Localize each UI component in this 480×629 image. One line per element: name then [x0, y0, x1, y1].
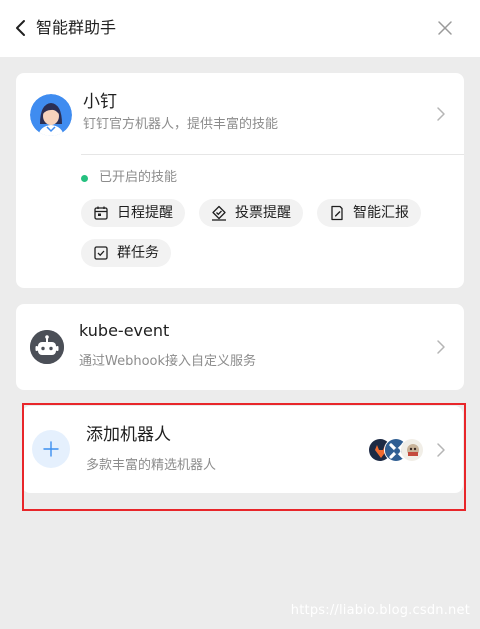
- close-icon[interactable]: [436, 19, 454, 37]
- skill-chip-report[interactable]: 智能汇报: [317, 199, 421, 227]
- task-checkbox-icon: [94, 246, 108, 260]
- skill-chip-vote[interactable]: 投票提醒: [199, 199, 303, 227]
- xiaoding-description: 钉钉官方机器人，提供丰富的技能: [83, 117, 279, 132]
- kube-event-name: kube-event: [79, 321, 170, 340]
- skill-chip-schedule[interactable]: 日程提醒: [81, 199, 185, 227]
- skill-chip-label: 投票提醒: [235, 205, 291, 221]
- robot-avatars-group: [368, 438, 424, 462]
- calendar-icon: [94, 206, 108, 220]
- status-dot: [81, 174, 88, 182]
- kube-event-robot-card[interactable]: kube-event 通过Webhook接入自定义服务: [16, 304, 464, 390]
- chevron-right-icon[interactable]: [435, 441, 447, 459]
- skills-status-label: 已开启的技能: [99, 170, 178, 185]
- skill-chip-group-task[interactable]: 群任务: [81, 239, 171, 267]
- chevron-right-icon[interactable]: [435, 338, 447, 356]
- travis-robot-icon: [400, 438, 424, 462]
- header-bar: 智能群助手: [0, 0, 480, 57]
- skills-status: 已开启的技能: [81, 169, 177, 187]
- divider: [81, 154, 464, 155]
- xiaoding-robot-card[interactable]: 小钉 钉钉官方机器人，提供丰富的技能 已开启的技能 日程提醒 投票提醒 智能汇报: [16, 73, 464, 288]
- report-icon: [331, 205, 343, 221]
- kube-event-description: 通过Webhook接入自定义服务: [79, 354, 257, 369]
- vote-icon: [212, 205, 226, 221]
- add-robot-description: 多款丰富的精选机器人: [86, 458, 217, 473]
- skill-chip-label: 日程提醒: [117, 205, 173, 221]
- xiaoding-avatar: [30, 94, 72, 136]
- chevron-left-icon[interactable]: [12, 17, 32, 39]
- skill-chip-label: 智能汇报: [353, 205, 409, 221]
- watermark: https://liabio.blog.csdn.net: [290, 603, 470, 618]
- chevron-right-icon[interactable]: [435, 105, 447, 123]
- add-robot-title: 添加机器人: [86, 425, 171, 445]
- xiaoding-name: 小钉: [83, 92, 117, 112]
- plus-icon: [32, 430, 70, 468]
- page-title: 智能群助手: [36, 18, 117, 37]
- skill-chip-label: 群任务: [117, 245, 159, 261]
- robot-avatar-icon: [30, 330, 64, 364]
- add-robot-card[interactable]: 添加机器人 多款丰富的精选机器人: [22, 406, 463, 493]
